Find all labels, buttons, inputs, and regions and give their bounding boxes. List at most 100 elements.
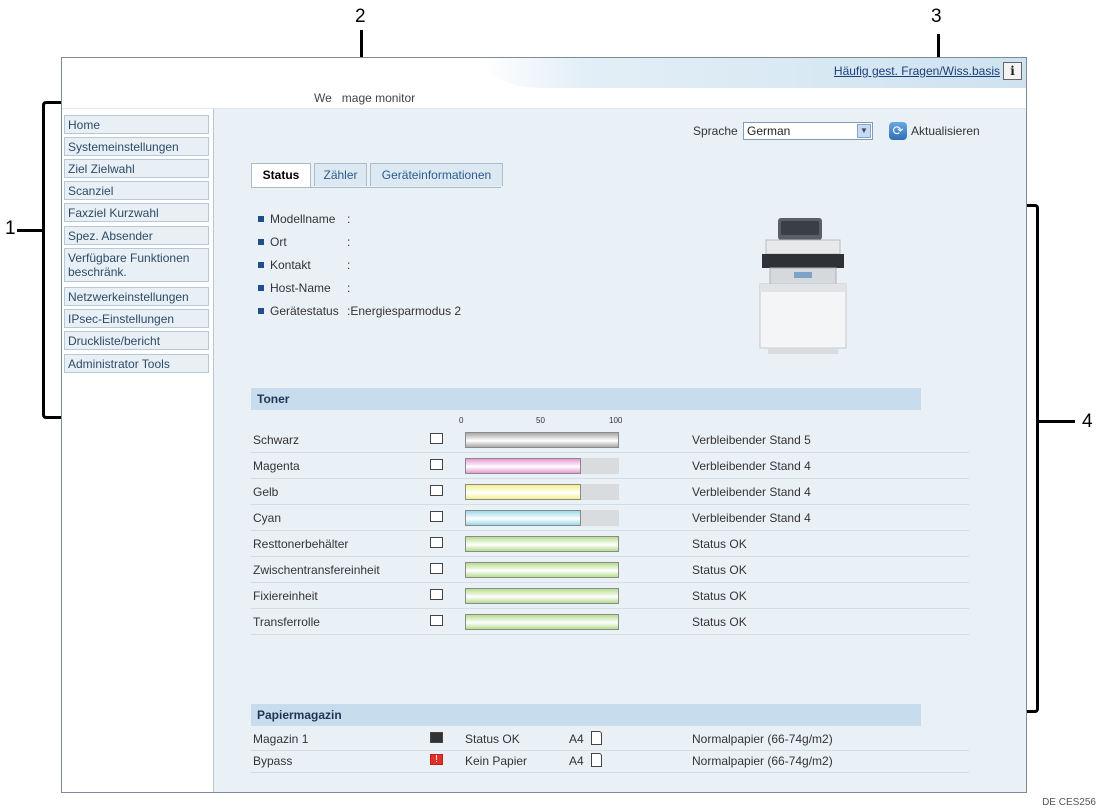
info-modellname: Modellname: <box>258 212 350 226</box>
figure-code: DE CES256 <box>1042 797 1096 808</box>
sidebar-item-ipsec-einstellungen[interactable]: IPsec-Einstellungen <box>64 309 209 328</box>
tab-underline <box>251 187 501 188</box>
toner-level-fill <box>465 510 581 526</box>
toner-name: Schwarz <box>253 433 300 447</box>
callout-4: 4 <box>1082 411 1093 432</box>
callout-4-leader <box>1039 420 1075 423</box>
header-bar: Häufig gest. Fragen/Wiss.basis i <box>62 58 1026 88</box>
faq-link[interactable]: Häufig gest. Fragen/Wiss.basis <box>834 64 1000 78</box>
paper-tray-name: Magazin 1 <box>253 732 309 746</box>
chevron-down-icon[interactable]: ▼ <box>857 124 871 138</box>
scale-label-0: 0 <box>459 416 464 425</box>
toner-level-bar <box>465 484 619 500</box>
sidebar-item-home[interactable]: Home <box>64 115 209 134</box>
paper-sheet-icon <box>591 753 602 767</box>
sidebar-item-scanziel[interactable]: Scanziel <box>64 181 209 200</box>
app-title-strip <box>62 88 1026 109</box>
toner-status: Status OK <box>692 537 747 551</box>
sidebar-item-administrator-tools[interactable]: Administrator Tools <box>64 354 209 373</box>
toner-row: Magenta Verbleibender Stand 4 <box>251 453 969 479</box>
printer-image <box>759 218 847 354</box>
toner-name: Cyan <box>253 511 282 525</box>
toner-name: Transferrolle <box>253 615 320 629</box>
callout-3: 3 <box>931 6 942 27</box>
sidebar-item-systemeinstellungen[interactable]: Systemeinstellungen <box>64 137 209 156</box>
toner-level-fill <box>465 614 619 630</box>
toner-row: Gelb Verbleibender Stand 4 <box>251 479 969 505</box>
info-value: Energiesparmodus 2 <box>350 304 462 318</box>
sidebar: Home Systemeinstellungen Ziel Zielwahl S… <box>62 109 214 792</box>
toner-level-bar <box>465 562 619 578</box>
paper-tray-name: Bypass <box>253 754 293 768</box>
toner-level-fill <box>465 432 619 448</box>
language-select[interactable]: German ▼ <box>743 122 873 140</box>
tab-status[interactable]: Status <box>251 163 311 187</box>
waste-toner-icon <box>430 537 443 548</box>
toner-row: Transferrolle Status OK <box>251 609 969 635</box>
paper-row: Magazin 1 Status OK A4 Normalpapier (66-74g… <box>251 729 969 751</box>
paper-size: A4 <box>569 732 584 746</box>
callout-1: 1 <box>5 218 16 239</box>
toner-status: Verbleibender Stand 5 <box>692 433 811 447</box>
info-host-name: Host-Name: <box>258 281 350 295</box>
info-kontakt: Kontakt: <box>258 258 350 272</box>
bypass-empty-icon: ! <box>430 754 443 765</box>
toner-name: Gelb <box>253 485 279 499</box>
toner-level-bar <box>465 588 619 604</box>
toner-name: Magenta <box>253 459 300 473</box>
web-image-monitor-window: Häufig gest. Fragen/Wiss.basis i We mage… <box>61 57 1027 793</box>
paper-type: Normalpapier (66-74g/m2) <box>692 732 833 746</box>
paper-heading: Papiermagazin <box>251 704 921 726</box>
info-icon[interactable]: i <box>1003 62 1022 80</box>
scale-label-50: 50 <box>536 416 545 425</box>
refresh-button[interactable]: Aktualisieren <box>911 124 980 138</box>
bullet-icon <box>258 262 264 268</box>
language-label: Sprache <box>693 124 738 138</box>
toner-icon <box>430 511 443 522</box>
toner-row: Resttonerbehälter Status OK <box>251 531 969 557</box>
toner-level-fill <box>465 588 619 604</box>
tray-icon <box>430 732 443 743</box>
paper-sheet-icon <box>591 731 602 745</box>
tab-zaehler[interactable]: Zähler <box>314 163 367 186</box>
toner-level-fill <box>465 458 581 474</box>
toner-status: Status OK <box>692 589 747 603</box>
info-geraetestatus: Gerätestatus:Energiesparmodus 2 <box>258 304 461 318</box>
transfer-unit-icon <box>430 563 443 574</box>
toner-heading: Toner <box>251 388 921 410</box>
toner-status: Verbleibender Stand 4 <box>692 485 811 499</box>
toner-name: Zwischentransfereinheit <box>253 563 380 577</box>
language-selected-value: German <box>747 124 791 138</box>
refresh-icon[interactable]: ⟳ <box>889 122 907 140</box>
toner-level-fill <box>465 484 581 500</box>
info-label: Kontakt <box>270 258 311 272</box>
toner-level-bar <box>465 510 619 526</box>
info-label: Ort <box>270 235 287 249</box>
toner-status: Verbleibender Stand 4 <box>692 511 811 525</box>
app-title: We mage monitor <box>314 91 416 105</box>
sidebar-item-verfuegbare-funktionen[interactable]: Verfügbare Funktionen beschränk. <box>64 248 209 282</box>
paper-type: Normalpapier (66-74g/m2) <box>692 754 833 768</box>
sidebar-item-ziel-zielwahl[interactable]: Ziel Zielwahl <box>64 159 209 178</box>
tab-geraeteinformationen[interactable]: Geräteinformationen <box>370 163 503 186</box>
toner-row: Zwischentransfereinheit Status OK <box>251 557 969 583</box>
main-content: Sprache German ▼ ⟳ Aktualisieren Status … <box>214 109 1026 792</box>
scale-label-100: 100 <box>609 416 623 425</box>
bullet-icon <box>258 285 264 291</box>
sidebar-item-faxziel-kurzwahl[interactable]: Faxziel Kurzwahl <box>64 203 209 222</box>
toner-status: Status OK <box>692 615 747 629</box>
paper-status: Status OK <box>465 732 520 746</box>
sidebar-item-druckliste-bericht[interactable]: Druckliste/bericht <box>64 331 209 350</box>
sidebar-item-spez-absender[interactable]: Spez. Absender <box>64 226 209 245</box>
toner-row: Cyan Verbleibender Stand 4 <box>251 505 969 531</box>
toner-level-bar <box>465 536 619 552</box>
info-label: Host-Name <box>270 281 331 295</box>
toner-icon <box>430 433 443 444</box>
transfer-roller-icon <box>430 615 443 626</box>
sidebar-item-netzwerkeinstellungen[interactable]: Netzwerkeinstellungen <box>64 287 209 306</box>
callout-2: 2 <box>355 6 366 27</box>
toner-level-bar <box>465 458 619 474</box>
toner-level-bar <box>465 614 619 630</box>
bullet-icon <box>258 308 264 314</box>
toner-row: Schwarz Verbleibender Stand 5 <box>251 427 969 453</box>
